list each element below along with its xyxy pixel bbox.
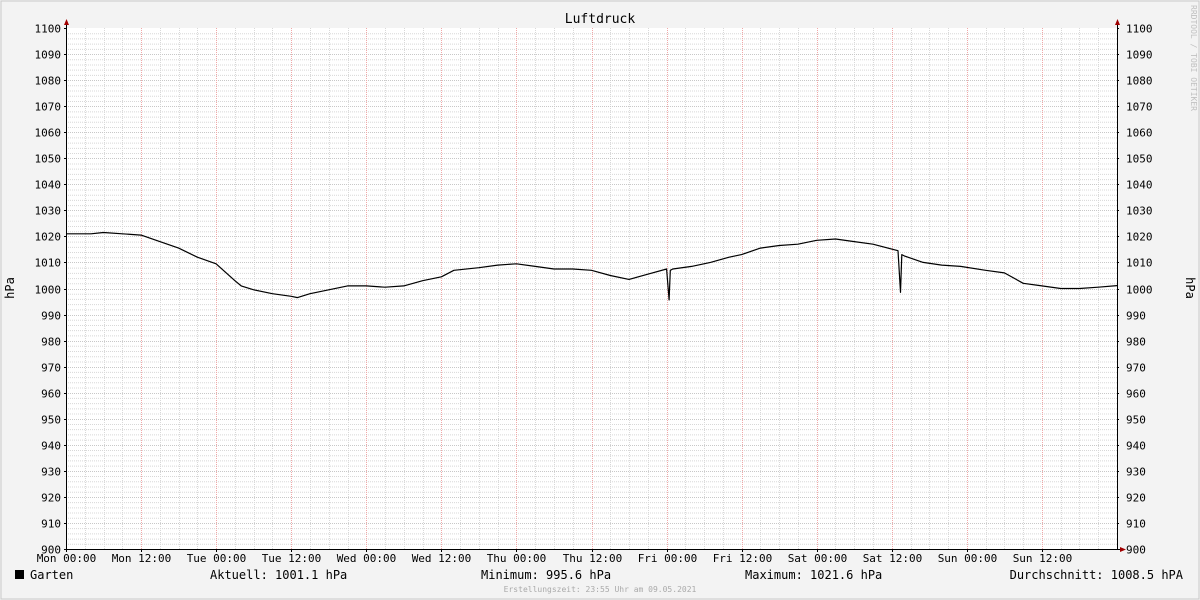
y-tick-label-right: 1050 [1126, 153, 1153, 166]
y-tick-label-left: 940 [41, 440, 61, 453]
y-tick-label-left: 1070 [35, 101, 62, 114]
x-tick-label: Sat 12:00 [863, 552, 923, 565]
y-tick-label-left: 1030 [35, 205, 62, 218]
plot-area [66, 28, 1117, 549]
y-tick-label-left: 1040 [35, 179, 62, 192]
y-tick-label-right: 960 [1126, 388, 1146, 401]
y-tick-label-right: 1040 [1126, 179, 1153, 192]
y-tick-label-left: 1080 [35, 75, 62, 88]
y-tick-label-right: 1010 [1126, 257, 1153, 270]
x-tick-label: Fri 12:00 [713, 552, 773, 565]
y-tick-label-right: 1090 [1126, 49, 1153, 62]
y-tick-label-right: 920 [1126, 492, 1146, 505]
x-tick-label: Thu 00:00 [487, 552, 547, 565]
y-tick-label-right: 1080 [1126, 75, 1153, 88]
y-tick-label-left: 980 [41, 336, 61, 349]
y-tick-label-right: 900 [1126, 544, 1146, 557]
y-tick-label-right: 970 [1126, 362, 1146, 375]
y-axis-label-right: hPa [1183, 277, 1197, 299]
y-tick-label-left: 1020 [35, 231, 62, 244]
y-tick-label-right: 1000 [1126, 284, 1153, 297]
legend-label: Garten [30, 568, 73, 582]
y-tick-label-left: 1010 [35, 257, 62, 270]
y-tick-label-left: 1090 [35, 49, 62, 62]
y-tick-label-left: 920 [41, 492, 61, 505]
y-tick-label-left: 1050 [35, 153, 62, 166]
y-tick-label-left: 970 [41, 362, 61, 375]
y-tick-label-right: 1060 [1126, 127, 1153, 140]
stat-minimum: Minimum: 995.6 hPa [481, 568, 611, 582]
stat-current: Aktuell: 1001.1 hPa [210, 568, 347, 582]
footer-timestamp: Erstellungszeit: 23:55 Uhr am 09.05.2021 [504, 585, 697, 594]
y-tick-label-right: 930 [1126, 466, 1146, 479]
x-tick-label: Tue 12:00 [262, 552, 322, 565]
x-tick-label: Tue 00:00 [187, 552, 247, 565]
x-tick-label: Thu 12:00 [563, 552, 623, 565]
stat-average: Durchschnitt: 1008.5 hPA [1010, 568, 1184, 582]
watermark: RRDTOOL / TOBI OETIKER [1189, 5, 1198, 111]
legend-swatch [15, 570, 24, 579]
stat-maximum: Maximum: 1021.6 hPa [745, 568, 882, 582]
y-tick-label-right: 1020 [1126, 231, 1153, 244]
y-tick-label-left: 1100 [35, 23, 62, 36]
x-tick-label: Wed 12:00 [412, 552, 472, 565]
x-tick-label: Wed 00:00 [337, 552, 397, 565]
chart-svg: 900 900910 910920 920930 930940 940950 950960 9… [0, 0, 1200, 600]
y-tick-label-left: 950 [41, 414, 61, 427]
x-tick-label: Sat 00:00 [788, 552, 848, 565]
x-tick-label: Sun 00:00 [938, 552, 998, 565]
y-tick-label-right: 940 [1126, 440, 1146, 453]
y-tick-label-right: 1030 [1126, 205, 1153, 218]
y-tick-label-left: 910 [41, 518, 61, 531]
y-tick-label-right: 990 [1126, 310, 1146, 323]
y-axis-label-left: hPa [3, 277, 17, 299]
x-tick-label: Mon 00:00 [37, 552, 97, 565]
y-tick-label-left: 1000 [35, 284, 62, 297]
y-tick-label-left: 1060 [35, 127, 62, 140]
chart-title: Luftdruck [565, 12, 636, 27]
y-tick-label-right: 980 [1126, 336, 1146, 349]
y-tick-label-left: 960 [41, 388, 61, 401]
x-tick-label: Fri 00:00 [638, 552, 698, 565]
y-tick-label-right: 1070 [1126, 101, 1153, 114]
y-tick-label-right: 1100 [1126, 23, 1153, 36]
chart-container: 900 900 910 910 920 920 930 930 940 940 950 950 960 9… [0, 0, 1200, 600]
y-tick-label-right: 910 [1126, 518, 1146, 531]
x-tick-label: Mon 12:00 [112, 552, 172, 565]
y-tick-label-right: 950 [1126, 414, 1146, 427]
y-tick-label-left: 990 [41, 310, 61, 323]
y-tick-label-left: 930 [41, 466, 61, 479]
x-tick-label: Sun 12:00 [1013, 552, 1073, 565]
